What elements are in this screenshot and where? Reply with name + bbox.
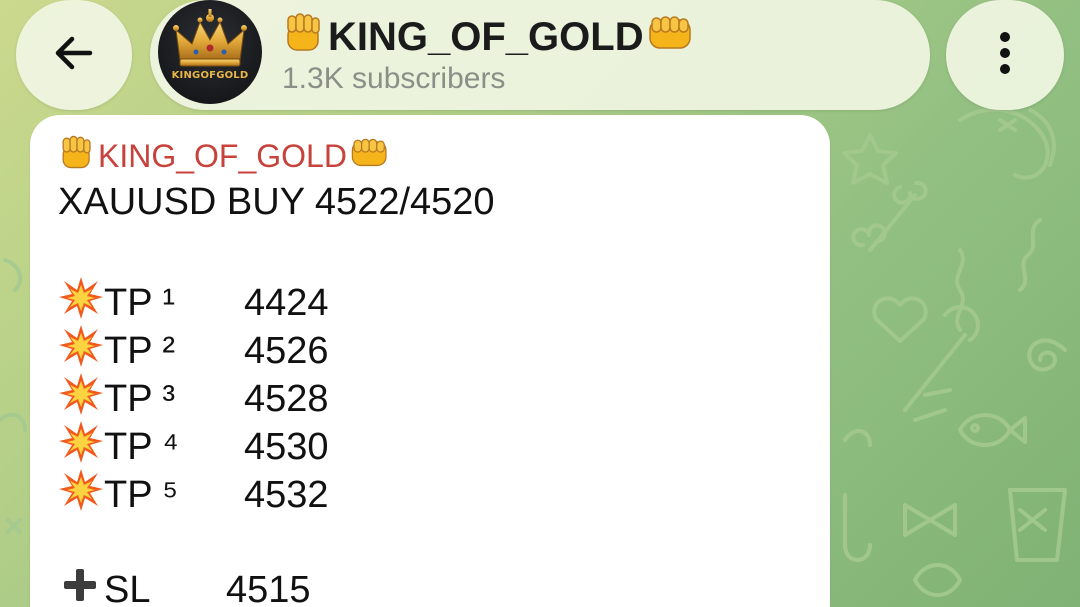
target-label: TP ¹	[104, 281, 176, 324]
back-button[interactable]	[16, 0, 132, 110]
target-label: TP ⁵	[104, 473, 179, 516]
avatar-logo-text: KINGOFGOLD	[171, 70, 249, 81]
stop-loss-value: 4515	[226, 568, 311, 607]
target-label: TP ²	[104, 329, 176, 372]
stop-loss-line: SL 4515	[58, 563, 311, 607]
oncoming-fist-icon	[646, 10, 696, 64]
arrow-left-icon	[50, 29, 98, 82]
signal-line: XAUUSD BUY 4522/4520	[58, 181, 495, 223]
target-label: TP ⁴	[104, 425, 179, 468]
more-vertical-icon	[997, 29, 1013, 82]
target-value: 4532	[244, 473, 329, 516]
target-value: 4528	[244, 377, 329, 420]
channel-title: KING_OF_GOLD	[282, 10, 696, 64]
sender-name: KING_OF_GOLD	[98, 137, 347, 174]
subscriber-count: 1.3K subscribers	[282, 62, 506, 95]
target-value: 4424	[244, 281, 329, 324]
stop-loss-label: SL	[104, 568, 151, 607]
target-value: 4530	[244, 425, 329, 468]
avatar[interactable]: KINGOFGOLD	[158, 0, 262, 104]
plus-icon	[58, 563, 102, 607]
channel-header[interactable]: KINGOFGOLD KING_OF_GOLD 1.3K subscribers	[150, 0, 930, 110]
channel-name: KING_OF_GOLD	[328, 14, 644, 59]
target-label: TP ³	[104, 377, 176, 420]
more-options-button[interactable]	[946, 0, 1064, 110]
raised-fist-icon	[282, 10, 326, 64]
raised-fist-icon	[58, 133, 96, 179]
target-line: TP ⁵ 4532	[58, 467, 329, 523]
crown-icon	[173, 9, 247, 67]
message-bubble[interactable]: KING_OF_GOLD XAUUSD BUY 4522/4520 TP ¹ 4…	[30, 115, 830, 607]
oncoming-fist-icon	[349, 133, 391, 179]
message-sender[interactable]: KING_OF_GOLD	[58, 133, 391, 179]
collision-icon	[58, 467, 104, 523]
target-value: 4526	[244, 329, 329, 372]
